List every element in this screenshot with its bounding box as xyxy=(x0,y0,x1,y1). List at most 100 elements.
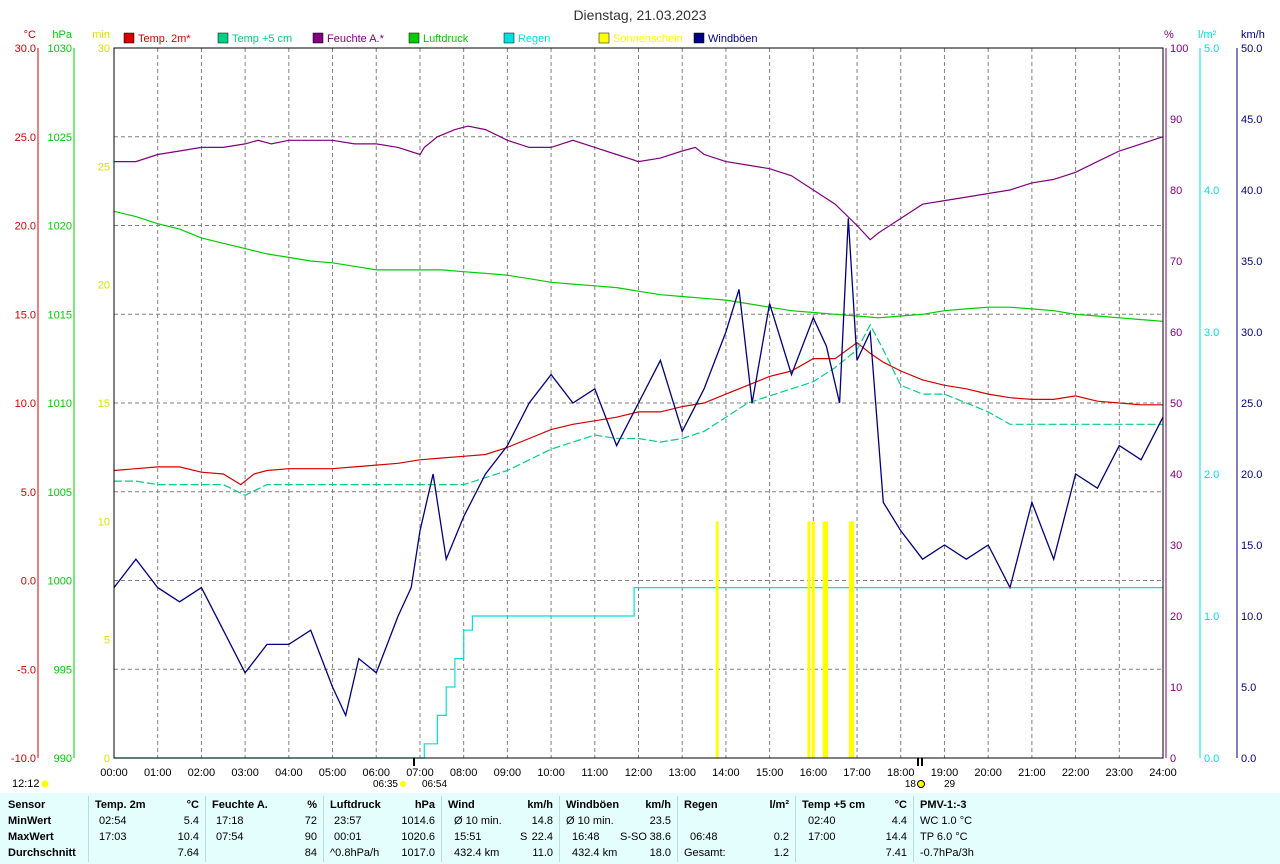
stats-time: Ø 10 min. xyxy=(566,815,614,827)
stats-col-wind: Wind km/h Ø 10 min. 14.8 15:51 S 22.4 43… xyxy=(442,793,559,864)
x-tick-label: 17:00 xyxy=(843,767,871,779)
stats-col-sensor: Sensor MinWert MaxWert Durchschnitt xyxy=(0,793,88,864)
stats-value: 4.4 xyxy=(891,815,907,827)
stats-value: -0.7hPa/3h xyxy=(920,847,974,859)
axis-tick-label: 5.0 xyxy=(1241,682,1256,694)
stats-value: 11.0 xyxy=(532,847,553,859)
x-tick-label: 24:00 xyxy=(1149,767,1177,779)
axis-tick-label: 0.0 xyxy=(21,576,36,588)
axis-tick-label: 90 xyxy=(1170,114,1182,126)
stats-value: 10.4 xyxy=(177,831,199,843)
axis-unit: min xyxy=(92,29,110,41)
legend-label: Sonnenschein xyxy=(613,33,683,45)
stats-value: 38.6 xyxy=(649,831,671,843)
sunrise-time-2: 06:54 xyxy=(422,779,447,790)
stats-distance: 432.4 km xyxy=(454,847,500,859)
stats-value: 84 xyxy=(304,847,317,859)
stats-value: 90 xyxy=(304,831,317,843)
stats-value: 7.41 xyxy=(885,847,907,859)
stats-unit: °C xyxy=(186,799,199,811)
x-tick-label: 11:00 xyxy=(581,767,608,779)
legend-swatch xyxy=(217,32,229,44)
axis-tick-label: 15 xyxy=(98,398,110,410)
stats-header: PMV-1:-3 xyxy=(920,799,967,811)
axis-tick-label: 20.0 xyxy=(1241,469,1262,481)
x-tick-label: 03:00 xyxy=(231,767,259,779)
stats-col-temp5cm: Temp +5 cm °C 02:40 4.4 17:00 14.4 7.41 xyxy=(796,793,913,864)
x-tick-label: 10:00 xyxy=(537,767,565,779)
x-tick-label: 05:00 xyxy=(319,767,347,779)
legend-swatch xyxy=(598,32,610,44)
stats-header: Temp +5 cm xyxy=(802,799,866,811)
x-tick-label: 18:00 xyxy=(887,767,915,779)
stats-value: 5.4 xyxy=(183,815,199,827)
legend-swatch xyxy=(693,32,705,44)
axis-tick-label: 1025 xyxy=(48,132,72,144)
statistics-panel: Sensor MinWert MaxWert Durchschnitt Temp… xyxy=(0,793,1280,864)
stats-value: WC 1.0 °C xyxy=(920,815,973,827)
axis-tick-label: 1.0 xyxy=(1204,611,1219,623)
axis-tick-label: 5 xyxy=(104,635,110,647)
legend-label: Regen xyxy=(518,33,550,45)
axis-tick-label: 15.0 xyxy=(15,309,36,321)
x-tick-label: 22:00 xyxy=(1062,767,1090,779)
legend-label: Temp +5 cm xyxy=(232,33,292,45)
sunrise-time: 06:35 xyxy=(373,779,398,790)
axis-tick-label: 10 xyxy=(1170,682,1182,694)
stats-value: 7.64 xyxy=(177,847,199,859)
axis-unit: l/m² xyxy=(1198,29,1217,41)
sunset-prefix: 18 xyxy=(905,779,917,790)
x-tick-label: 01:00 xyxy=(144,767,172,779)
axis-tick-label: 50 xyxy=(1170,398,1182,410)
axis-tick-label: 30 xyxy=(1170,540,1182,552)
axis-tick-label: 0 xyxy=(104,753,110,765)
x-tick-label: 04:00 xyxy=(275,767,303,779)
axis-tick-label: 1020 xyxy=(48,221,72,233)
axis-tick-label: 2.0 xyxy=(1204,469,1219,481)
x-tick-label: 06:00 xyxy=(362,767,390,779)
axis-tick-label: 10.0 xyxy=(1241,611,1262,623)
axis-tick-label: 80 xyxy=(1170,185,1182,197)
stats-value: 1014.6 xyxy=(401,815,435,827)
axis-tick-label: 1015 xyxy=(48,309,72,321)
stats-header: Temp. 2m xyxy=(95,799,146,811)
x-axis-labels: 00:00 01:00 02:00 03:00 04:00 05:00 06:00 07:00… xyxy=(100,767,1177,779)
stats-col-rain: Regen l/m² 06:48 0.2 Gesamt: 1.2 xyxy=(678,793,795,864)
stats-direction: S xyxy=(520,831,528,843)
stats-time: 16:48 xyxy=(572,831,600,843)
stats-header: Wind xyxy=(448,799,475,811)
stats-col-pmv: PMV-1:-3 WC 1.0 °C TP 6.0 °C -0.7hPa/3h xyxy=(914,793,1044,864)
stats-time: 07:54 xyxy=(216,831,244,843)
stats-value: TP 6.0 °C xyxy=(920,831,968,843)
axis-tick-label: 995 xyxy=(54,664,72,676)
stats-col-pressure: Luftdruck hPa 23:57 1014.6 00:01 1020.6 … xyxy=(324,793,441,864)
stats-value: 0.2 xyxy=(773,831,789,843)
axis-tick-label: 40.0 xyxy=(1241,185,1262,197)
stats-value: 1020.6 xyxy=(401,831,435,843)
stats-value: 1017.0 xyxy=(401,847,435,859)
series-line-gusts xyxy=(113,218,1164,718)
axes: °C 30.0 25.0 20.0 15.0 10.0 5.0 0.0 -5.0 -10.0 hPa… xyxy=(11,29,1265,765)
x-tick-label: 02:00 xyxy=(188,767,216,779)
axis-tick-label: 10.0 xyxy=(15,398,36,410)
legend-swatch xyxy=(503,32,515,44)
stats-unit: % xyxy=(307,799,317,811)
row-label: Durchschnitt xyxy=(8,847,76,859)
chart-title: Dienstag, 21.03.2023 xyxy=(573,7,706,23)
axis-unit: hPa xyxy=(52,29,72,41)
legend-label: Temp. 2m* xyxy=(138,33,191,45)
stats-time: 17:18 xyxy=(216,815,244,827)
axis-tick-label: 0.0 xyxy=(1241,753,1256,765)
axis-tick-label: -10.0 xyxy=(11,753,36,765)
corner-time: 12:12 xyxy=(12,778,40,790)
stats-value: 14.8 xyxy=(531,815,553,827)
x-tick-label: 21:00 xyxy=(1018,767,1046,779)
stats-header: Feuchte A. xyxy=(212,799,268,811)
axis-tick-label: 4.0 xyxy=(1204,185,1219,197)
axis-tick-label: 1010 xyxy=(48,398,72,410)
stats-direction: S-SO xyxy=(620,831,647,843)
stats-unit: °C xyxy=(894,799,907,811)
stats-trend: ^0.8hPa/h xyxy=(330,847,380,859)
axis-tick-label: 20.0 xyxy=(15,221,36,233)
axis-tick-label: 25.0 xyxy=(15,132,36,144)
